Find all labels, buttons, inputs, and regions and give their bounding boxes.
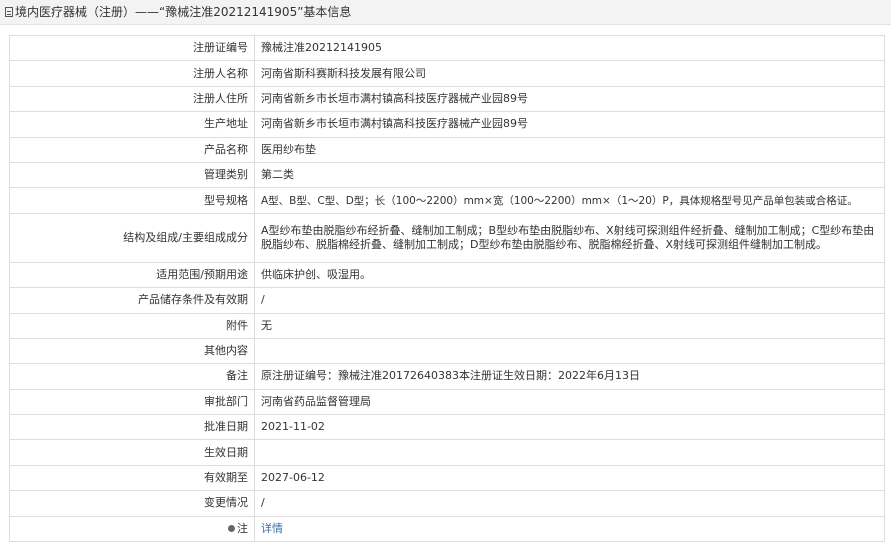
row-value: 豫械注准20212141905 [254,34,885,62]
info-table: 注册证编号 豫械注准20212141905 注册人名称 河南省斯科赛斯科技发展有限公… [9,34,885,542]
row-value: 河南省新乡市长垣市满村镇高科技医疗器械产业园89号 [254,85,885,113]
row-label: 产品储存条件及有效期 [9,287,255,314]
page-title: 境内医疗器械（注册）——“豫械注准20212141905”基本信息 [15,5,352,19]
table-row: 其他内容 [9,337,885,365]
row-label: 注册证编号 [9,34,255,62]
row-label: 批准日期 [9,414,255,441]
row-value: A型纱布垫由脱脂纱布经折叠、缝制加工制成；B型纱布垫由脱脂纱布、X射线可探测组件… [254,212,885,263]
row-label: 生产地址 [9,111,255,138]
table-row: 型号规格 A型、B型、C型、D型；长（100～2200）mm×宽（100～2200… [9,187,885,214]
table-row: 审批部门 河南省药品监督管理局 [9,388,885,416]
row-label: 注册人住所 [9,85,255,113]
row-value: 原注册证编号：豫械注准20172640383本注册证生效日期：2022年6月13… [254,363,885,390]
note-label-cell: 注 [9,515,255,542]
row-value: 河南省斯科赛斯科技发展有限公司 [254,60,885,87]
table-row: 注册人住所 河南省新乡市长垣市满村镇高科技医疗器械产业园89号 [9,85,885,113]
row-label: 型号规格 [9,187,255,214]
table-row: 生效日期 [9,439,885,466]
note-label: 注 [237,521,248,535]
table-row: 产品储存条件及有效期 / [9,287,885,314]
row-value [254,439,885,466]
row-label: 管理类别 [9,161,255,189]
row-value: / [254,490,885,517]
row-value: 河南省新乡市长垣市满村镇高科技医疗器械产业园89号 [254,111,885,138]
table-row: 有效期至 2027-06-12 [9,464,885,492]
row-label: 其他内容 [9,337,255,365]
row-label: 备注 [9,363,255,390]
table-row-note: 注 详情 [9,515,885,542]
row-value: 供临床护创、吸湿用。 [254,261,885,289]
table-row: 适用范围/预期用途 供临床护创、吸湿用。 [9,261,885,289]
table-row: 结构及组成/主要组成成分 A型纱布垫由脱脂纱布经折叠、缝制加工制成；B型纱布垫由脱… [9,212,885,263]
row-value: A型、B型、C型、D型；长（100～2200）mm×宽（100～2200）mm×… [254,187,885,214]
table-row: 备注 原注册证编号：豫械注准20172640383本注册证生效日期：2022年6月… [9,363,885,390]
table-row: 产品名称 医用纱布垫 [9,136,885,163]
table-row: 批准日期 2021-11-02 [9,414,885,441]
row-value: 河南省药品监督管理局 [254,388,885,416]
row-label: 产品名称 [9,136,255,163]
row-label: 附件 [9,312,255,339]
document-icon [5,7,13,17]
row-label: 有效期至 [9,464,255,492]
table-row: 管理类别 第二类 [9,161,885,189]
row-label: 变更情况 [9,490,255,517]
page-header: 境内医疗器械（注册）——“豫械注准20212141905”基本信息 [0,0,891,25]
row-label: 审批部门 [9,388,255,416]
row-value: 医用纱布垫 [254,136,885,163]
table-row: 附件无 [9,312,885,339]
table-row: 注册人名称 河南省斯科赛斯科技发展有限公司 [9,60,885,87]
row-value [254,337,885,365]
row-value: 无 [254,312,885,339]
row-value: 2021-11-02 [254,414,885,441]
row-label: 生效日期 [9,439,255,466]
details-link[interactable]: 详情 [261,522,283,535]
table-row: 生产地址 河南省新乡市长垣市满村镇高科技医疗器械产业园89号 [9,111,885,138]
table-row: 变更情况 / [9,490,885,517]
row-label: 结构及组成/主要组成成分 [9,212,255,263]
table-row: 注册证编号 豫械注准20212141905 [9,34,885,62]
row-label: 适用范围/预期用途 [9,261,255,289]
row-label: 注册人名称 [9,60,255,87]
pin-icon [228,524,235,532]
note-value-cell: 详情 [254,515,885,542]
row-value: / [254,287,885,314]
row-value: 第二类 [254,161,885,189]
row-value: 2027-06-12 [254,464,885,492]
